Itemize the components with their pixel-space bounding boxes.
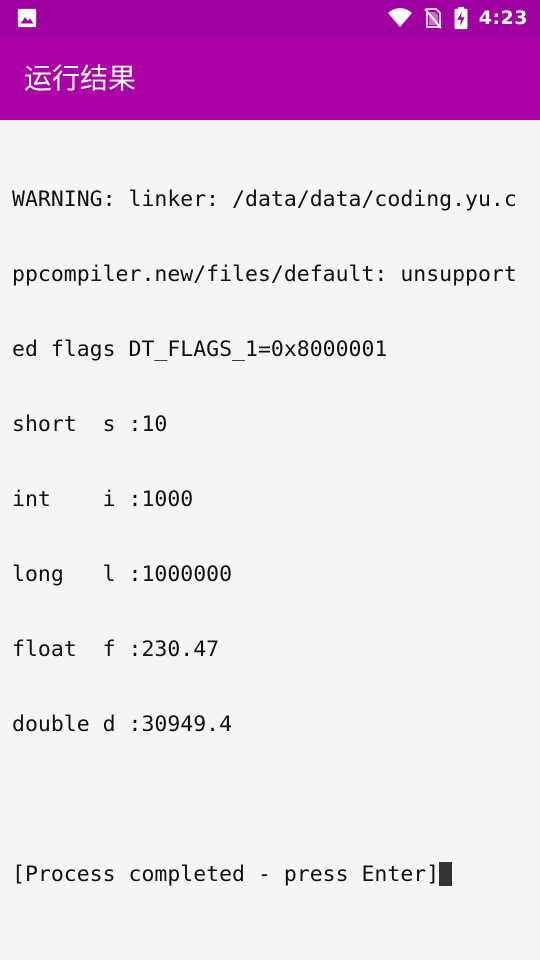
terminal-prompt-line: [Process completed - press Enter] <box>12 862 528 887</box>
terminal-line: int i :1000 <box>12 487 194 512</box>
no-sim-icon <box>423 8 442 29</box>
status-bar: 4:23 <box>0 0 540 36</box>
terminal-line: ppcompiler.new/files/default: unsupport <box>12 262 517 287</box>
terminal-line: double d :30949.4 <box>12 712 233 737</box>
battery-charging-icon <box>454 6 468 30</box>
terminal-line: float f :230.47 <box>12 637 220 662</box>
status-time: 4:23 <box>478 7 528 29</box>
wifi-icon <box>387 8 412 27</box>
terminal-line: ed flags DT_FLAGS_1=0x8000001 <box>12 337 388 362</box>
status-icons: 4:23 <box>377 0 528 36</box>
text-cursor <box>439 862 453 886</box>
terminal-line: short s :10 <box>12 412 168 437</box>
page-title: 运行结果 <box>24 62 137 95</box>
app-toolbar: 运行结果 <box>0 36 540 120</box>
terminal-prompt-text: [Process completed - press Enter] <box>12 862 440 887</box>
terminal-line: WARNING: linker: /data/data/coding.yu.c <box>12 187 517 212</box>
terminal-output[interactable]: WARNING: linker: /data/data/coding.yu.c … <box>12 137 528 912</box>
gallery-icon <box>17 8 37 28</box>
terminal-line: long l :1000000 <box>12 562 233 587</box>
